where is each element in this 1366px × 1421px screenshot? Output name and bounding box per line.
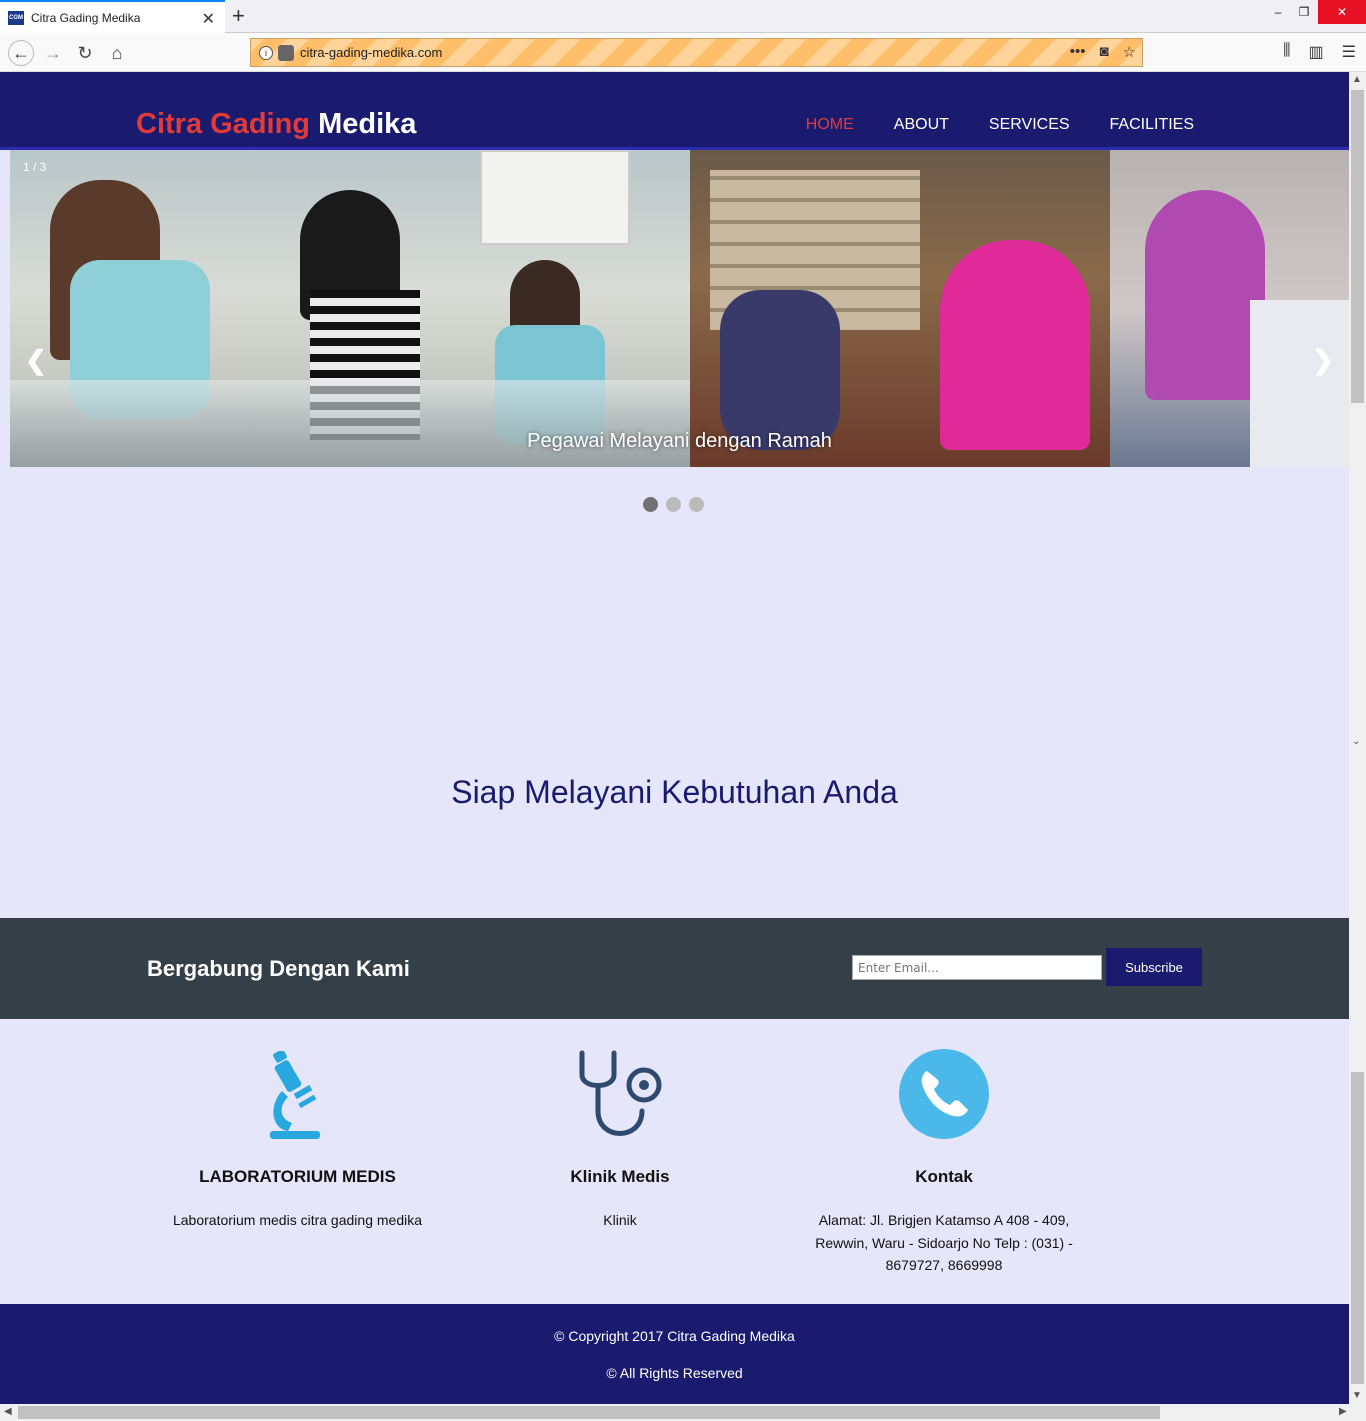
slider-dot-2[interactable] [666,497,681,512]
site-header: Citra Gading Medika HOME ABOUT SERVICES … [0,72,1349,150]
scroll-left-icon[interactable]: ◀ [4,1406,12,1417]
scroll-thumb-lower[interactable] [1351,1072,1364,1384]
rights-text: © All Rights Reserved [606,1365,743,1381]
site-footer: © Copyright 2017 Citra Gading Medika © A… [0,1304,1349,1404]
nav-about[interactable]: ABOUT [894,116,949,134]
nav-facilities[interactable]: FACILITIES [1110,116,1194,134]
logo-part-1: Citra Gading [136,108,311,140]
url-bar[interactable]: i citra-gading-medika.com ••• ◙ ☆ [250,38,1143,67]
url-text[interactable]: citra-gading-medika.com [300,45,442,60]
newsletter-title: Bergabung Dengan Kami [147,956,410,981]
subscribe-button[interactable]: Subscribe [1106,948,1202,986]
new-tab-button[interactable]: + [232,3,245,29]
microscope-icon [270,1051,320,1139]
bookmark-star-icon[interactable]: ☆ [1123,43,1136,61]
site-logo[interactable]: Citra Gading Medika [136,108,416,141]
library-icon[interactable]: ⫼ [1283,42,1290,62]
close-tab-icon[interactable]: ✕ [202,9,215,29]
image-slider: 1 / 3 ❮ ❯ Pegawai Melayani dengan Ramah [10,150,1349,467]
scroll-down-icon[interactable]: ▼ [1352,1390,1362,1401]
vertical-scrollbar[interactable]: ▲ ⌄ ▼ [1349,72,1366,1404]
feature-text: Laboratorium medis citra gading medika [172,1212,422,1228]
main-nav: HOME ABOUT SERVICES FACILITIES [806,116,1194,134]
h-scroll-thumb[interactable] [18,1406,1160,1419]
slide-counter: 1 / 3 [23,160,47,174]
feature-title: Kontak [915,1167,973,1186]
favicon-icon: CGM [8,10,24,25]
forward-icon[interactable]: → [40,40,66,66]
slider-next-button[interactable]: ❯ [1312,345,1334,376]
slider-prev-button[interactable]: ❮ [25,345,47,376]
tagline: Siap Melayani Kebutuhan Anda [451,774,898,810]
robot-icon [278,44,294,61]
newsletter-section: Bergabung Dengan Kami Subscribe [0,918,1349,1019]
reload-icon[interactable]: ↻ [72,40,98,66]
scroll-right-icon[interactable]: ▶ [1339,1406,1347,1417]
slider-dot-1[interactable] [643,497,658,512]
feature-text: Alamat: Jl. Brigjen Katamso A 408 - 409,… [815,1212,1073,1273]
logo-part-2: Medika [318,108,417,140]
page-actions-icon[interactable]: ••• [1070,43,1086,61]
sidebar-icon[interactable]: ▥ [1309,42,1324,62]
feature-title: Klinik Medis [570,1167,670,1186]
nav-services[interactable]: SERVICES [989,116,1070,134]
window-close-button[interactable]: ✕ [1318,0,1366,24]
slider-dots [643,497,704,512]
scroll-down-indicator-icon: ⌄ [1352,736,1361,747]
browser-tab[interactable]: CGM Citra Gading Medika ✕ [0,0,225,33]
tab-title: Citra Gading Medika [31,10,141,25]
browser-tab-strip: CGM Citra Gading Medika ✕ + – ❐ ✕ [0,0,1366,33]
info-icon[interactable]: i [259,45,273,60]
phone-icon [899,1049,989,1139]
email-input[interactable] [852,955,1102,980]
feature-text: Klinik [603,1212,637,1228]
scroll-up-icon[interactable]: ▲ [1352,74,1362,85]
stethoscope-icon [579,1050,662,1136]
nav-home[interactable]: HOME [806,116,854,134]
pocket-icon[interactable]: ◙ [1099,43,1108,61]
browser-toolbar: ← → ↻ ⌂ i citra-gading-medika.com ••• ◙ … [0,33,1366,72]
copyright-text: © Copyright 2017 Citra Gading Medika [554,1328,795,1344]
features-section: LABORATORIUM MEDIS Laboratorium medis ci… [0,1019,1349,1304]
home-icon[interactable]: ⌂ [104,40,130,66]
feature-title: LABORATORIUM MEDIS [199,1167,396,1186]
scroll-thumb[interactable] [1351,90,1364,403]
slider-dot-3[interactable] [689,497,704,512]
menu-icon[interactable]: ☰ [1342,42,1356,62]
horizontal-scrollbar[interactable]: ◀ ▶ [0,1404,1366,1421]
slide-caption: Pegawai Melayani dengan Ramah [527,430,832,452]
back-icon[interactable]: ← [8,40,34,66]
page-viewport: Citra Gading Medika HOME ABOUT SERVICES … [0,72,1349,1404]
slide-image [10,150,1349,467]
